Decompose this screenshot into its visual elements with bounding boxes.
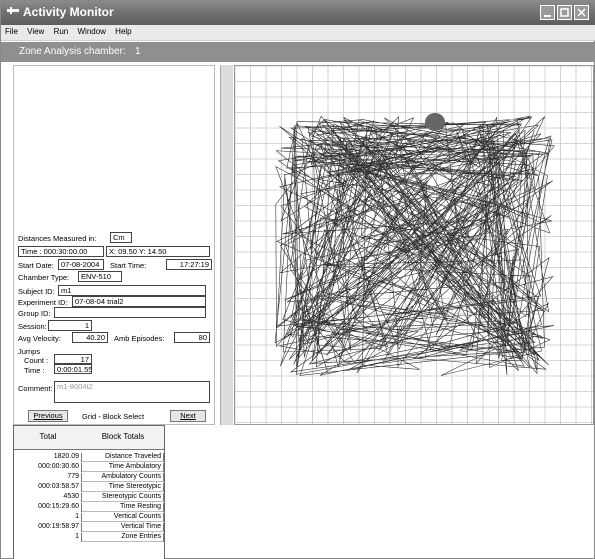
- zone-value: 1: [135, 46, 141, 57]
- subject-position-marker: [425, 113, 445, 131]
- col-header-block-totals: Block Totals: [101, 432, 145, 441]
- xy-readout: X: 09.50 Y: 14.50: [106, 246, 210, 257]
- subject-label: Subject ID:: [18, 287, 55, 296]
- distances-label: Distances Measured in:: [18, 234, 97, 243]
- experiment-label: Experiment ID:: [18, 298, 68, 307]
- amb-episodes-label: Amb Episodes:: [114, 334, 165, 343]
- table-row: 000:00:30.60 Time Ambulatory: [14, 463, 164, 472]
- jump-time-label: Time :: [24, 366, 45, 375]
- menu-file[interactable]: File: [1, 25, 21, 36]
- panel-divider[interactable]: [220, 65, 233, 425]
- menu-help[interactable]: Help: [111, 25, 134, 36]
- table-row: 1820.09 Distance Traveled: [14, 453, 164, 462]
- activity-grid[interactable]: [234, 65, 593, 424]
- avg-velocity-label: Avg Velocity:: [18, 334, 61, 343]
- close-icon: [577, 8, 586, 17]
- maximize-button[interactable]: [557, 5, 572, 20]
- group-field[interactable]: [54, 307, 206, 318]
- activity-monitor-window: Activity Monitor File View Run Window He…: [0, 0, 595, 559]
- table-row: 000:03:58.57 Time Stereotypic: [14, 483, 164, 492]
- table-row: 779 Ambulatory Counts: [14, 473, 164, 482]
- amb-episodes-field[interactable]: 80: [174, 332, 210, 343]
- table-row: 4530 Stereotypic Counts: [14, 493, 164, 502]
- jump-time-field[interactable]: 0:00:01.55: [54, 364, 92, 374]
- zone-label: Zone Analysis chamber:: [19, 46, 126, 57]
- start-time-label: Start Time:: [110, 261, 147, 270]
- table-header: Total Block Totals: [14, 426, 164, 450]
- next-button[interactable]: Next: [170, 410, 206, 422]
- title-bar: Activity Monitor: [1, 1, 595, 25]
- table-row: 1 Zone Entries: [14, 533, 164, 542]
- table-row: 000:15:29.60 Time Resting: [14, 503, 164, 512]
- chamber-type-field[interactable]: ENV-510: [78, 271, 122, 282]
- time-readout: Time : 000:30:00.00: [18, 246, 104, 257]
- jumps-label: Jumps: [18, 347, 41, 356]
- grid-block-select-label: Grid - Block Select: [82, 412, 145, 421]
- session-label: Session:: [18, 322, 47, 331]
- app-icon: [7, 7, 19, 14]
- minimize-button[interactable]: [540, 5, 555, 20]
- maximize-icon: [560, 8, 569, 17]
- info-pane: Distances Measured in: Cm Time : 000:30:…: [13, 65, 215, 425]
- comment-field[interactable]: m1-8004t2: [54, 381, 210, 403]
- start-date-field[interactable]: 07-08-2004: [58, 259, 104, 270]
- zone-grid-panel[interactable]: [234, 65, 594, 425]
- col-header-total: Total: [39, 432, 57, 441]
- zone-header: Zone Analysis chamber: 1: [1, 42, 595, 62]
- table-row: 1 Vertical Counts: [14, 513, 164, 522]
- start-time-field[interactable]: 17:27:19: [166, 259, 212, 270]
- window-title: Activity Monitor: [23, 5, 114, 19]
- session-field[interactable]: 1: [48, 320, 92, 331]
- chamber-type-label: Chamber Type:: [18, 273, 70, 282]
- previous-button[interactable]: Previous: [28, 410, 68, 422]
- group-label: Group ID:: [18, 309, 51, 318]
- jump-count-field[interactable]: 17: [54, 354, 92, 364]
- menu-run[interactable]: Run: [50, 25, 72, 36]
- close-button[interactable]: [574, 5, 589, 20]
- menu-view[interactable]: View: [23, 25, 47, 36]
- start-date-label: Start Date:: [18, 261, 54, 270]
- table-row: 000:19:58.97 Vertical Time: [14, 523, 164, 532]
- comment-label: Comment:: [18, 384, 53, 393]
- activity-tracks: [274, 115, 555, 376]
- menu-window[interactable]: Window: [73, 25, 108, 36]
- avg-velocity-field[interactable]: 40.20: [72, 332, 108, 343]
- subject-field[interactable]: m1: [58, 285, 206, 296]
- block-totals-table: Total Block Totals 1820.09 Distance Trav…: [13, 425, 165, 559]
- distances-unit-field[interactable]: Cm: [110, 232, 132, 243]
- experiment-field[interactable]: 07-08-04 trial2: [72, 296, 206, 307]
- jump-count-label: Count :: [24, 356, 49, 365]
- minimize-icon: [544, 15, 551, 17]
- menu-bar: File View Run Window Help: [1, 25, 595, 41]
